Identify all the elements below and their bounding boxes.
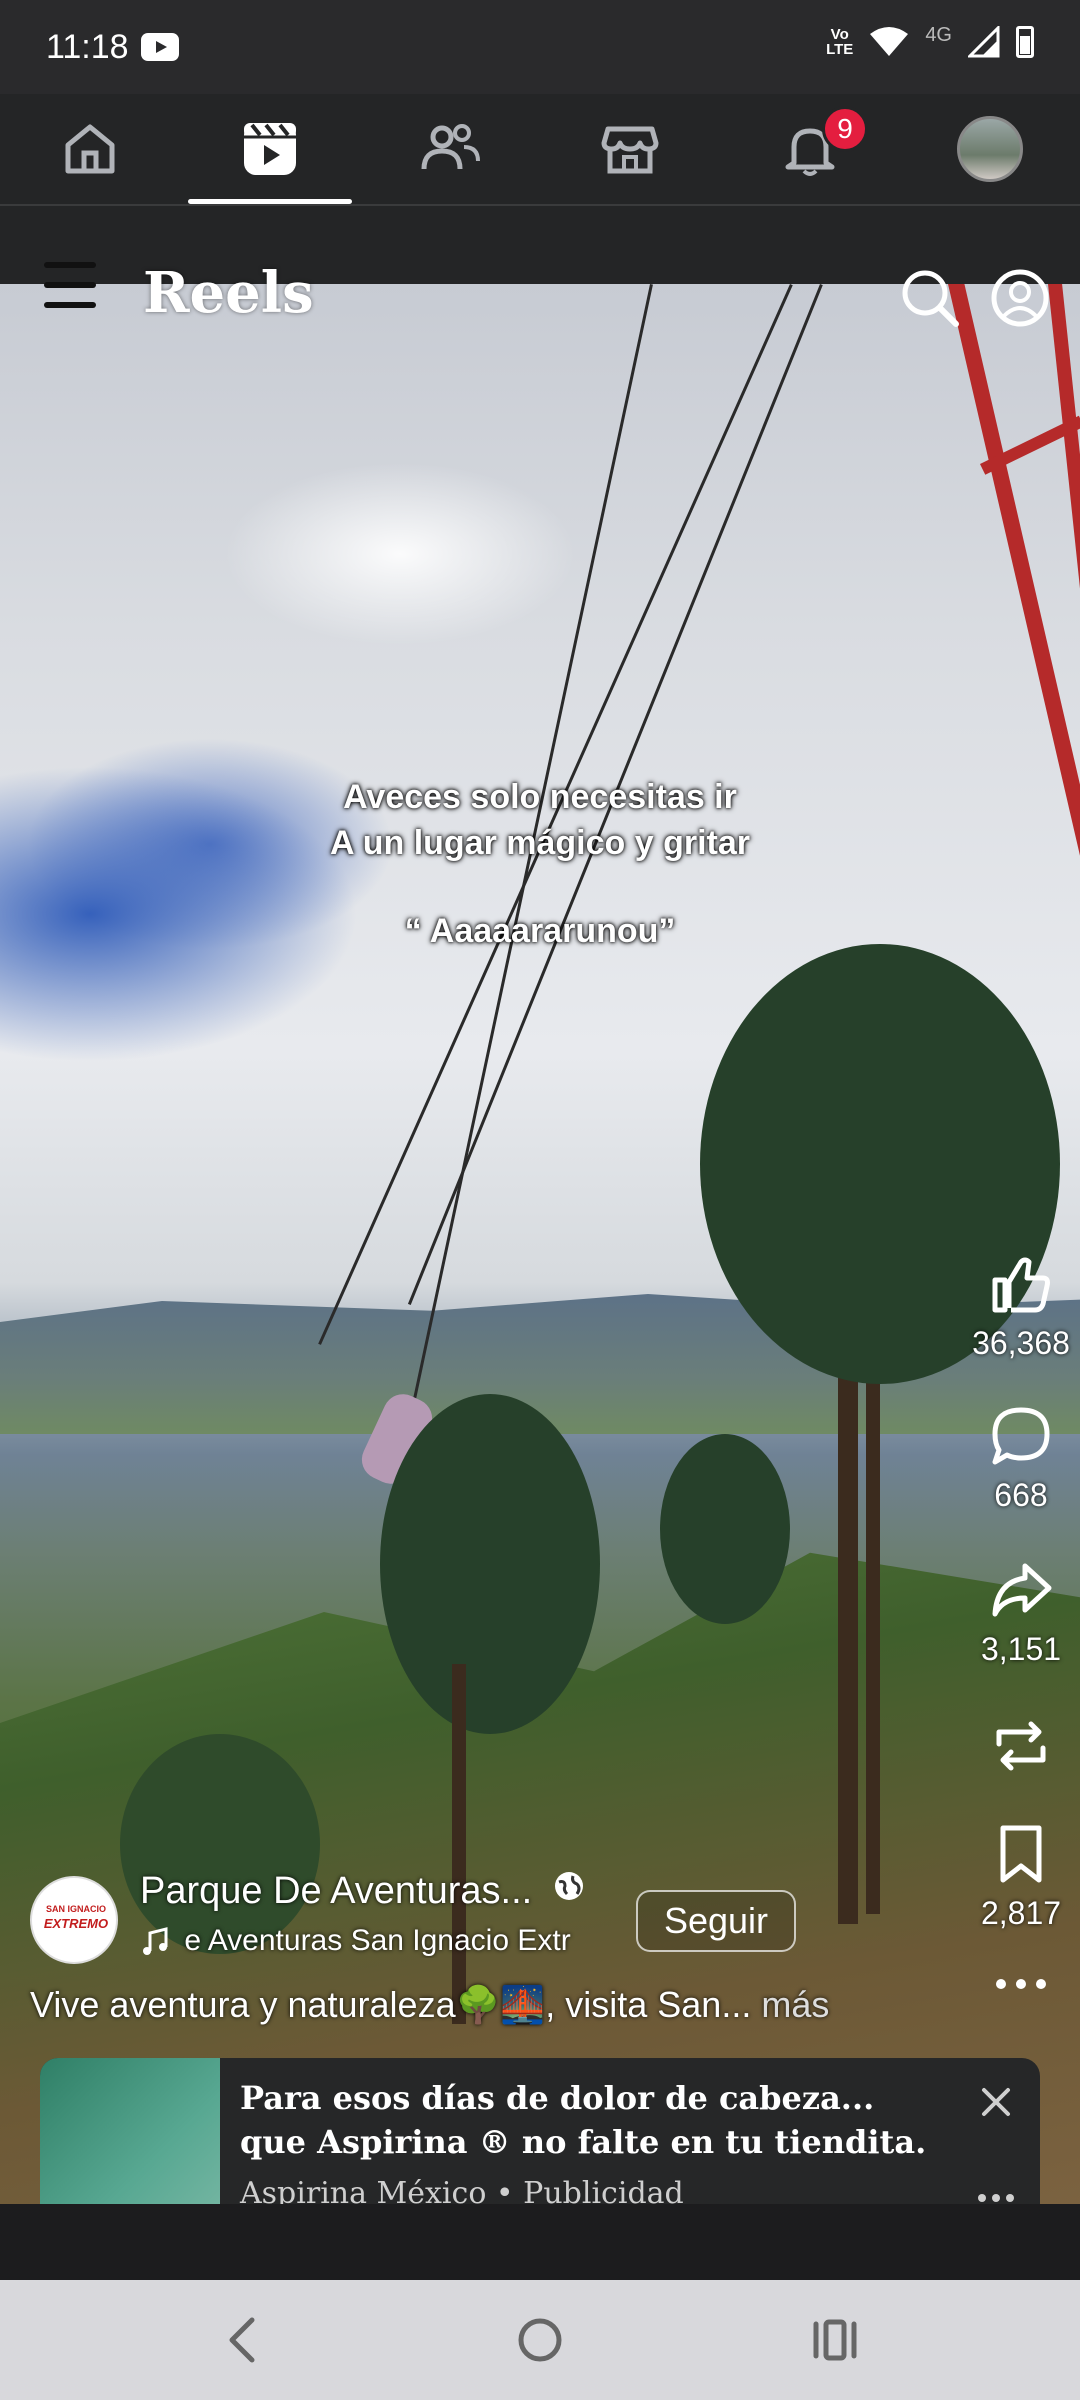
globe-icon	[554, 1872, 583, 1900]
signal-icon	[968, 26, 1000, 58]
ad-title: Para esos días de dolor de cabeza... que…	[240, 2079, 927, 2161]
tab-marketplace[interactable]	[540, 94, 720, 204]
page-name-text: Parque De Aventuras...	[140, 1870, 533, 1912]
youtube-notification-icon	[140, 33, 179, 61]
network-type-label: 4G	[925, 23, 952, 46]
see-more-link[interactable]: más	[751, 1984, 829, 2025]
repost-icon	[996, 1721, 1046, 1771]
comment-icon	[992, 1407, 1050, 1465]
tab-home[interactable]	[0, 94, 180, 204]
tab-reels[interactable]	[180, 94, 360, 204]
like-count: 36,368	[972, 1325, 1070, 1361]
page-name[interactable]: Parque De Aventuras...	[140, 1870, 585, 1913]
volte-line2: LTE	[826, 41, 854, 58]
description-text: Vive aventura y naturaleza🌳🌉, visita San…	[30, 1984, 752, 2025]
status-time: 11:18	[46, 27, 129, 66]
tab-profile[interactable]	[900, 94, 1080, 204]
system-navigation-bar	[0, 2280, 1080, 2400]
top-navigation: 9	[0, 94, 1080, 206]
thumbs-up-icon	[992, 1257, 1050, 1313]
music-track-text: e Aventuras San Ignacio Extr	[184, 1924, 571, 1957]
remix-button[interactable]	[956, 1714, 1080, 1783]
pine-tree	[660, 1434, 790, 1624]
save-button[interactable]: 2,817	[956, 1822, 1080, 1932]
volte-line1: Vo	[830, 26, 849, 43]
tab-friends[interactable]	[360, 94, 540, 204]
reel-video[interactable]: Aveces solo necesitas ir A un lugar mági…	[0, 284, 1080, 2204]
share-icon	[992, 1563, 1052, 1617]
search-icon[interactable]	[900, 268, 960, 328]
caption-line-1: Aveces solo necesitas ir	[343, 778, 737, 816]
video-caption: Aveces solo necesitas ir A un lugar mági…	[0, 774, 1080, 954]
avatar-logo-line1: SAN IGNACIO	[45, 1904, 106, 1914]
music-track[interactable]: e Aventuras San Ignacio Extr	[140, 1924, 600, 1958]
post-description[interactable]: Vive aventura y naturaleza🌳🌉, visita San…	[30, 1984, 829, 2026]
bookmark-icon	[1000, 1825, 1042, 1883]
marketplace-icon	[601, 126, 659, 174]
pine-tree	[380, 1394, 600, 1734]
share-count: 3,151	[980, 1631, 1062, 1667]
more-dots-icon	[996, 1979, 1046, 1989]
swing-pole	[1048, 284, 1080, 643]
comment-button[interactable]: 668	[956, 1404, 1080, 1514]
more-options-button[interactable]	[956, 1972, 1080, 2001]
comment-count: 668	[994, 1477, 1048, 1513]
tree-trunk	[452, 1664, 466, 2024]
tab-notifications[interactable]: 9	[720, 94, 900, 204]
like-button[interactable]: 36,368	[956, 1252, 1080, 1362]
page-avatar[interactable]: SAN IGNACIO EXTREMO	[30, 1876, 118, 1964]
save-count: 2,817	[980, 1895, 1062, 1931]
music-note-icon	[143, 1927, 168, 1956]
caption-line-3: “ Aaaaararunou”	[404, 912, 676, 950]
friends-icon	[421, 124, 480, 170]
avatar-logo-line2: EXTREMO	[43, 1916, 109, 1931]
battery-icon	[1016, 26, 1034, 58]
status-bar: 11:18 Vo LTE 4G	[0, 0, 1080, 94]
profile-avatar	[957, 116, 1023, 182]
follow-button[interactable]: Seguir	[636, 1890, 796, 1952]
reels-header: Reels	[0, 250, 1080, 330]
status-icons: Vo LTE 4G	[826, 23, 1034, 58]
recent-apps-icon[interactable]	[810, 2312, 860, 2368]
pine-tree	[120, 1734, 320, 1954]
volte-indicator: Vo LTE	[826, 27, 853, 57]
share-button[interactable]: 3,151	[956, 1558, 1080, 1668]
back-icon[interactable]	[222, 2312, 262, 2368]
home-circle-icon[interactable]	[512, 2312, 568, 2368]
notifications-badge: 9	[822, 106, 868, 152]
wifi-icon	[870, 27, 909, 56]
reels-icon	[244, 123, 296, 175]
caption-line-2: A un lugar mágico y gritar	[329, 824, 751, 862]
bottom-spacer	[0, 2204, 1080, 2280]
page-title: Reels	[143, 260, 314, 326]
close-icon[interactable]	[978, 2084, 1014, 2120]
tree-trunk	[866, 1334, 880, 1914]
profile-circle-icon[interactable]	[990, 268, 1050, 328]
menu-icon[interactable]	[44, 262, 96, 308]
home-icon	[65, 124, 115, 174]
